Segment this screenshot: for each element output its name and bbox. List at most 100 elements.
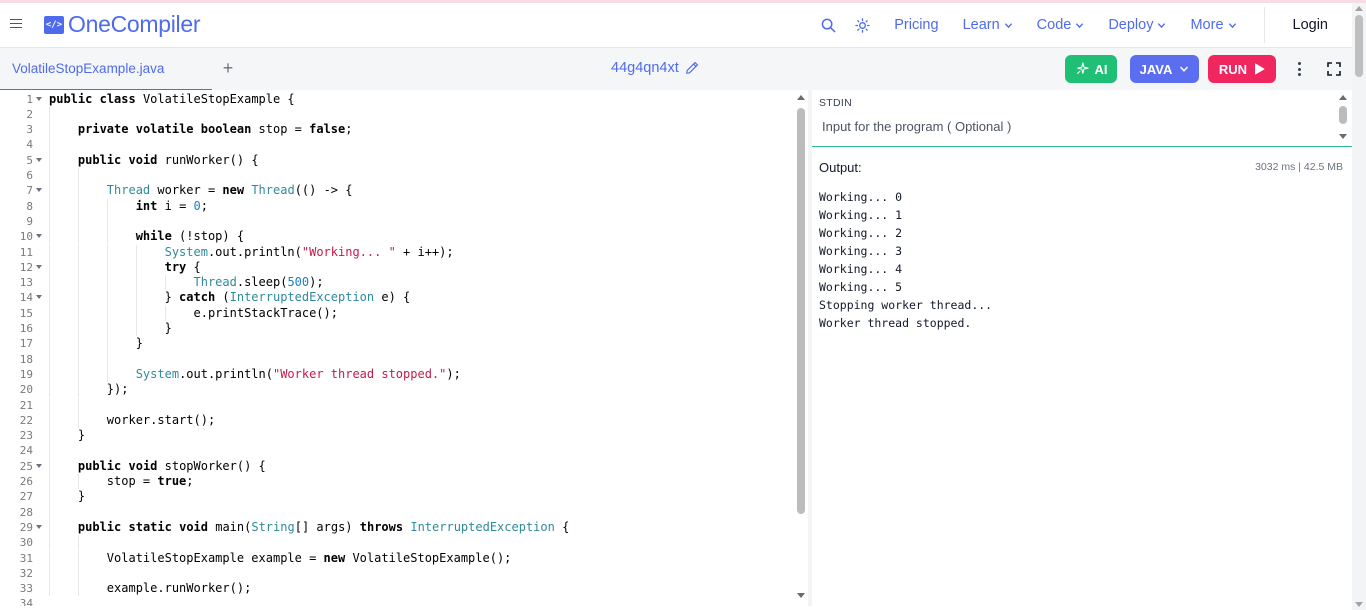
nav-code[interactable]: Code	[1037, 17, 1085, 33]
pencil-icon[interactable]	[685, 61, 699, 75]
line-number: 10	[19, 230, 33, 244]
code-editor[interactable]: 1 public class VolatileStopExample {2 3 pr…	[0, 90, 808, 606]
brand-logo[interactable]: </> OneCompiler	[44, 11, 201, 38]
code-line[interactable]: 11 System.out.println("Working... " + i+…	[0, 244, 800, 260]
menu-icon[interactable]	[10, 16, 24, 30]
code-line[interactable]: 5 public void runWorker() {	[0, 152, 800, 168]
code-text: public static void main(String[] args) t…	[77, 519, 570, 534]
theme-sun-icon[interactable]	[854, 17, 870, 33]
code-line[interactable]: 26 stop = true;	[0, 474, 800, 490]
code-line[interactable]: 31 VolatileStopExample example = new Vol…	[0, 550, 800, 566]
code-line[interactable]: 22 worker.start();	[0, 412, 800, 429]
line-number: 12	[19, 260, 33, 274]
chevron-down-icon	[1076, 22, 1084, 28]
code-text: public void stopWorker() {	[77, 458, 266, 473]
more-options-icon[interactable]	[1297, 62, 1303, 78]
line-number: 27	[19, 490, 33, 504]
fold-toggle-icon[interactable]	[36, 264, 42, 269]
code-line[interactable]: 3 private volatile boolean stop = false;	[0, 122, 800, 138]
indent-guide	[106, 213, 108, 230]
ai-button[interactable]: AI	[1065, 55, 1117, 83]
code-line[interactable]: 2	[0, 106, 800, 123]
code-line[interactable]: 21	[0, 397, 800, 413]
fold-toggle-icon[interactable]	[36, 157, 42, 162]
line-number: 22	[19, 413, 33, 427]
file-tab[interactable]: VolatileStopExample.java	[0, 48, 212, 91]
code-line[interactable]: 12 try {	[0, 259, 800, 276]
indent-guide	[49, 137, 50, 153]
line-number: 28	[19, 505, 33, 519]
code-line[interactable]: 13 Thread.sleep(500);	[0, 275, 800, 291]
page-scroll-thumb[interactable]	[1355, 15, 1363, 77]
fold-toggle-icon[interactable]	[36, 188, 42, 193]
nav-deploy[interactable]: Deploy	[1108, 17, 1166, 33]
fullscreen-icon[interactable]	[1327, 62, 1341, 76]
code-line[interactable]: 19 System.out.println("Worker thread sto…	[0, 366, 800, 383]
code-line[interactable]: 10 while (!stop) {	[0, 229, 800, 245]
code-line[interactable]: 14 } catch (InterruptedException e) {	[0, 290, 800, 306]
fold-toggle-icon[interactable]	[36, 295, 42, 300]
code-line[interactable]: 6	[0, 168, 800, 184]
code-line[interactable]: 8 int i = 0;	[0, 198, 800, 214]
line-number: 33	[19, 582, 33, 596]
fold-toggle-icon[interactable]	[36, 234, 42, 239]
line-number: 9	[26, 214, 33, 228]
code-line[interactable]: 28	[0, 504, 800, 520]
scroll-down-arrow-icon[interactable]	[1339, 134, 1347, 139]
fold-toggle-icon[interactable]	[36, 524, 42, 529]
code-line[interactable]: 18	[0, 351, 800, 367]
line-number: 20	[19, 383, 33, 397]
code-line[interactable]: 24	[0, 443, 800, 459]
search-icon[interactable]	[820, 17, 836, 33]
code-line[interactable]: 33 example.runWorker();	[0, 581, 800, 597]
scroll-down-arrow-icon[interactable]	[1355, 602, 1363, 607]
code-text: public class VolatileStopExample {	[49, 91, 295, 106]
line-number: 19	[19, 367, 33, 381]
code-line[interactable]: 4	[0, 137, 800, 153]
indent-guide	[49, 106, 50, 123]
language-select[interactable]: JAVA	[1130, 55, 1199, 83]
fold-toggle-icon[interactable]	[36, 96, 42, 101]
line-number: 21	[19, 398, 33, 412]
code-line[interactable]: 23 }	[0, 428, 800, 444]
code-line[interactable]: 27 }	[0, 489, 800, 505]
code-line[interactable]: 25 public void stopWorker() {	[0, 458, 800, 474]
indent-guide	[49, 351, 50, 367]
scroll-up-arrow-icon[interactable]	[797, 95, 805, 100]
code-line[interactable]: 9	[0, 213, 800, 230]
stdin-scroll-thumb[interactable]	[1339, 106, 1347, 124]
page-scrollbar[interactable]	[1352, 3, 1366, 610]
code-line[interactable]: 34	[0, 596, 800, 606]
line-number: 7	[26, 184, 33, 198]
code-line[interactable]: 20 });	[0, 382, 800, 398]
code-text: example.runWorker();	[49, 581, 252, 596]
scroll-up-arrow-icon[interactable]	[1355, 6, 1363, 11]
editor-scroll-thumb[interactable]	[797, 108, 805, 514]
code-line[interactable]: 15 e.printStackTrace();	[0, 305, 800, 321]
code-line[interactable]: 32	[0, 565, 800, 582]
code-line[interactable]: 16 }	[0, 321, 800, 337]
code-line[interactable]: 7 Thread worker = new Thread(() -> {	[0, 183, 800, 199]
add-file-icon[interactable]: +	[221, 59, 235, 77]
scroll-down-arrow-icon[interactable]	[797, 593, 805, 598]
login-link[interactable]: Login	[1293, 17, 1328, 33]
code-line[interactable]: 29 public static void main(String[] args…	[0, 519, 800, 536]
nav-more[interactable]: More	[1190, 17, 1236, 33]
indent-guide	[49, 535, 50, 551]
code-line[interactable]: 1 public class VolatileStopExample {	[0, 92, 800, 107]
scroll-up-arrow-icon[interactable]	[1339, 95, 1347, 100]
nav-pricing[interactable]: Pricing	[894, 17, 938, 33]
stdin-scrollbar[interactable]	[1338, 92, 1348, 144]
code-line[interactable]: 30	[0, 535, 800, 551]
code-line[interactable]: 17 }	[0, 336, 800, 352]
code-text: }	[49, 428, 86, 443]
line-number: 34	[19, 597, 33, 606]
output-line: Working... 0	[819, 190, 903, 204]
run-button[interactable]: RUN	[1208, 55, 1276, 83]
nav-learn[interactable]: Learn	[963, 17, 1013, 33]
fold-toggle-icon[interactable]	[36, 463, 42, 468]
project-id[interactable]: 44g4qn4xt	[611, 60, 699, 76]
play-icon	[1254, 63, 1265, 75]
editor-scrollbar[interactable]	[794, 90, 808, 606]
stdin-input[interactable]	[822, 119, 1322, 134]
